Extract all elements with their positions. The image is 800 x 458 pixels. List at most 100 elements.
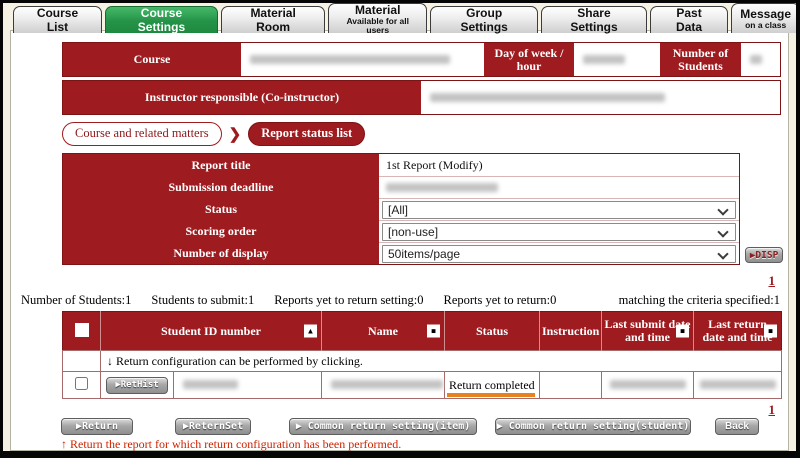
select-all-checkbox[interactable] xyxy=(75,323,89,337)
col-status-header: Status xyxy=(445,312,540,351)
count-yet-return-setting: Reports yet to return setting:0 xyxy=(274,293,423,308)
scoring-order-selected-value: [non-use] xyxy=(388,225,438,239)
rethist-button[interactable]: ▶RetHist xyxy=(106,377,168,394)
common-return-setting-item-button[interactable]: ▶ Common return setting(item) xyxy=(289,418,477,435)
redacted-student-count xyxy=(750,55,762,64)
tab-label: Material xyxy=(355,3,400,17)
breadcrumb: Course and related matters ❯ Report stat… xyxy=(62,122,365,146)
column-toggle-icon[interactable]: ■ xyxy=(764,325,777,338)
col-instruction-label: Instruction xyxy=(542,324,599,338)
redacted-course-name xyxy=(250,55,450,64)
col-name-header: Name ■ xyxy=(322,312,445,351)
redacted-student-id xyxy=(183,380,238,389)
submission-deadline-label: Submission deadline xyxy=(63,176,379,198)
tab-share-settings[interactable]: Share Settings xyxy=(541,6,647,33)
tab-label: Group Settings xyxy=(444,6,524,34)
page-link-1[interactable]: 1 xyxy=(769,273,776,289)
empty-cell xyxy=(63,351,101,372)
disp-button[interactable]: ▶DISP xyxy=(745,247,783,263)
number-of-students-label: Number of Students xyxy=(660,43,741,76)
report-filter-table: Report title 1st Report (Modify) Submiss… xyxy=(62,153,740,265)
count-yet-return: Reports yet to return:0 xyxy=(444,293,557,308)
report-title-value: 1st Report (Modify) xyxy=(382,158,483,173)
course-info-table: Course Day of week / hour Number of Stud… xyxy=(62,42,781,115)
col-last-return-label: Last return date and time xyxy=(703,317,773,344)
column-toggle-icon[interactable]: ■ xyxy=(676,325,689,338)
col-student-id-header: Student ID number ▲ xyxy=(101,312,322,351)
number-of-display-select[interactable]: 50items/page xyxy=(382,245,736,263)
tab-label: Course Settings xyxy=(119,6,204,34)
tab-sublabel: on a class xyxy=(745,21,786,30)
sort-asc-icon[interactable]: ▲ xyxy=(304,325,317,338)
report-status-table: Student ID number ▲ Name ■ Status Instru… xyxy=(62,311,782,399)
count-matching-criteria: matching the criteria specified:1 xyxy=(619,293,780,308)
table-row: ▶RetHist Return completed xyxy=(63,372,782,399)
col-last-submit-header: Last submit date and time ■ xyxy=(602,312,694,351)
col-name-label: Name xyxy=(368,324,398,338)
display-selected-value: 50items/page xyxy=(388,247,460,261)
tab-label: Material Room xyxy=(235,6,311,34)
status-value: Return completed xyxy=(449,378,535,392)
redacted-day-hour xyxy=(583,55,625,64)
status-select[interactable]: [All] xyxy=(382,201,736,219)
course-value xyxy=(241,43,484,76)
course-label: Course xyxy=(63,43,241,76)
chevron-right-icon: ❯ xyxy=(229,125,242,144)
count-students-to-submit: Students to submit:1 xyxy=(151,293,254,308)
redacted-student-name xyxy=(331,380,443,389)
report-title-label: Report title xyxy=(63,154,379,176)
number-of-display-label: Number of display xyxy=(63,242,379,264)
scoring-order-label: Scoring order xyxy=(63,220,379,242)
tab-past-data[interactable]: Past Data xyxy=(650,6,729,33)
page-link-1[interactable]: 1 xyxy=(769,402,776,418)
col-status-label: Status xyxy=(476,324,508,338)
day-of-week-label: Day of week / hour xyxy=(484,43,574,76)
number-of-students-value xyxy=(741,43,780,76)
status-highlight-bar xyxy=(447,393,535,397)
back-button[interactable]: Back xyxy=(715,418,759,435)
col-last-return-header: Last return date and time ■ xyxy=(694,312,782,351)
tab-course-list[interactable]: Course List xyxy=(13,6,102,33)
redacted-instructor-name xyxy=(430,93,665,102)
redacted-deadline xyxy=(386,183,498,192)
tab-sublabel: Available for all users xyxy=(337,17,418,35)
status-cell: Return completed xyxy=(445,372,540,399)
status-selected-value: [All] xyxy=(388,203,408,217)
returnset-button[interactable]: ▶ReternSet xyxy=(175,418,251,435)
table-note-row: ↓ Return configuration can be performed … xyxy=(63,351,782,372)
footer-buttons: ▶Return ▶ReternSet ▶ Common return setti… xyxy=(61,418,759,435)
tab-material[interactable]: Material Available for all users xyxy=(328,3,427,33)
tab-bar: Course List Course Settings Material Roo… xyxy=(13,3,800,33)
tab-material-room[interactable]: Material Room xyxy=(221,6,325,33)
tab-label: Past Data xyxy=(664,6,715,34)
tab-group-settings[interactable]: Group Settings xyxy=(430,6,538,33)
redacted-last-submit xyxy=(610,380,686,389)
common-return-setting-student-button[interactable]: ▶ Common return setting(student) xyxy=(495,418,691,435)
table-header-row: Student ID number ▲ Name ■ Status Instru… xyxy=(63,312,782,351)
status-label: Status xyxy=(63,198,379,220)
count-number-of-students: Number of Students:1 xyxy=(21,293,131,308)
tab-message[interactable]: Message on a class xyxy=(731,3,800,33)
return-config-note: ↓ Return configuration can be performed … xyxy=(101,351,782,372)
redacted-last-return xyxy=(700,380,776,389)
col-instruction-header: Instruction xyxy=(540,312,602,351)
tab-label: Message xyxy=(740,7,791,21)
chevron-down-icon xyxy=(717,226,728,237)
breadcrumb-current: Report status list xyxy=(248,122,365,146)
tab-course-settings[interactable]: Course Settings xyxy=(105,6,218,33)
column-toggle-icon[interactable]: ■ xyxy=(427,325,440,338)
instructor-value xyxy=(421,81,780,114)
return-footnote: ↑ Return the report for which return con… xyxy=(61,437,401,452)
tab-label: Course List xyxy=(27,6,88,34)
summary-counts: Number of Students:1 Students to submit:… xyxy=(21,293,780,308)
content-panel: Course Day of week / hour Number of Stud… xyxy=(10,30,789,451)
chevron-down-icon xyxy=(717,248,728,259)
day-of-week-value xyxy=(574,43,660,76)
scoring-order-select[interactable]: [non-use] xyxy=(382,223,736,241)
row-checkbox[interactable] xyxy=(75,377,88,390)
tab-label: Share Settings xyxy=(555,6,633,34)
instruction-cell xyxy=(540,372,602,399)
breadcrumb-parent[interactable]: Course and related matters xyxy=(62,122,222,146)
return-button[interactable]: ▶Return xyxy=(61,418,133,435)
col-student-id-label: Student ID number xyxy=(161,324,261,338)
